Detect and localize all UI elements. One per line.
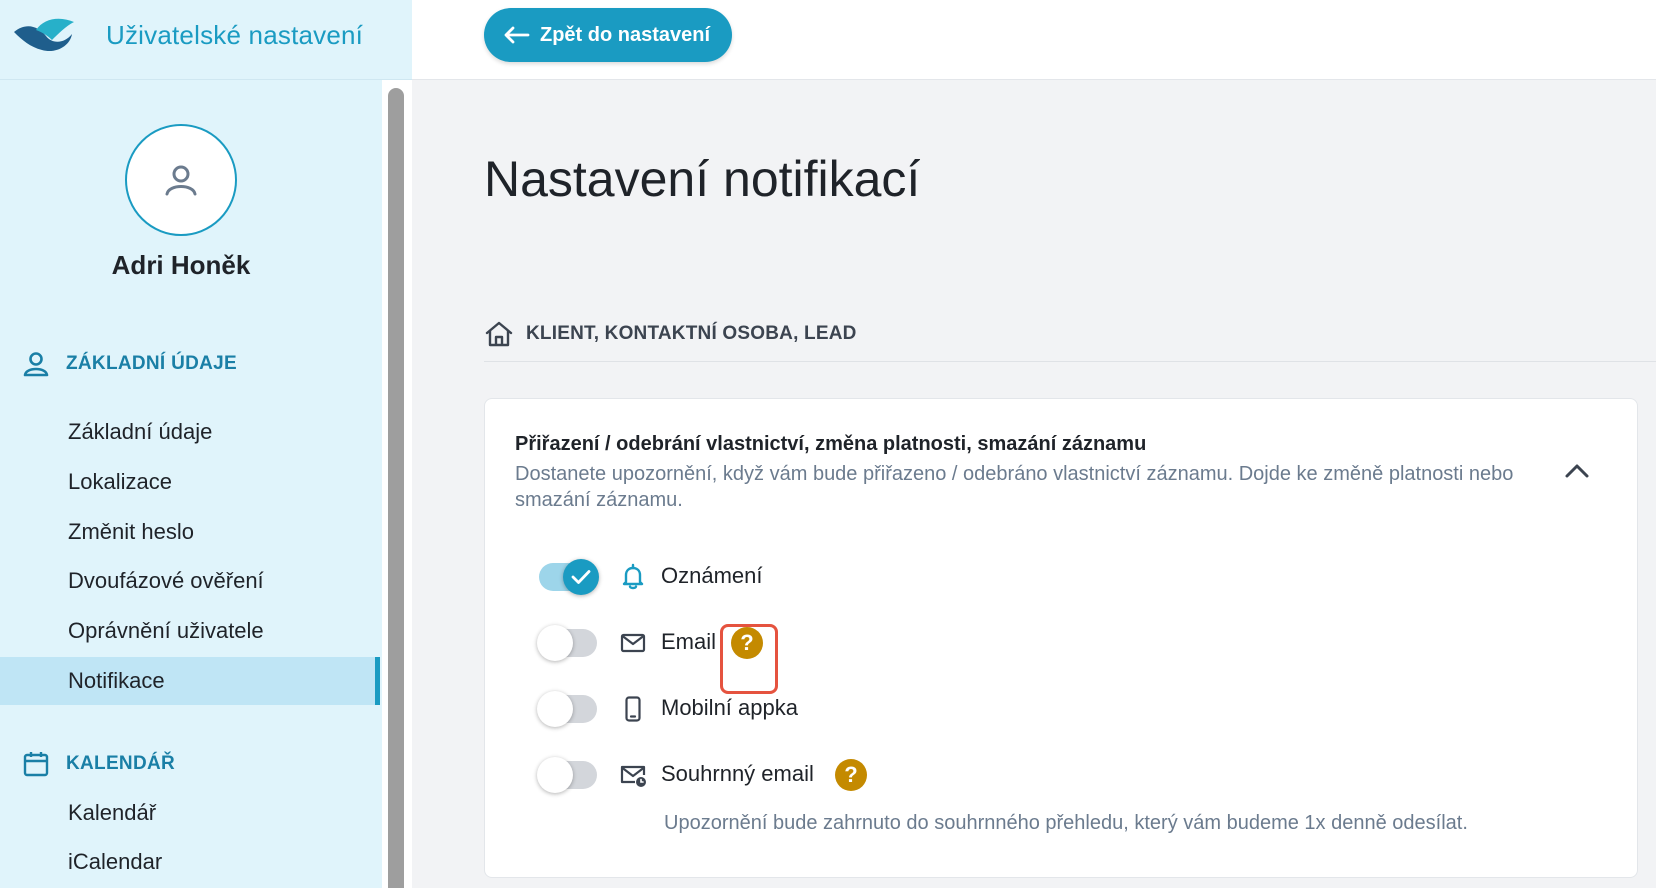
section-title: ZÁKLADNÍ ÚDAJE: [66, 353, 237, 374]
sidebar-item-permissions[interactable]: Oprávnění uživatele: [0, 607, 380, 655]
toggle-knob: [563, 559, 599, 595]
topbar: Zpět do nastavení: [412, 0, 1656, 80]
category-title: KLIENT, KONTAKTNÍ OSOBA, LEAD: [526, 323, 857, 344]
digest-email-help-icon[interactable]: ?: [835, 759, 867, 791]
app-title: Uživatelské nastavení: [106, 20, 364, 50]
sidebar-item-notifications[interactable]: Notifikace: [0, 657, 380, 705]
home-icon: [485, 321, 513, 347]
sidebar-item-localization[interactable]: Lokalizace: [0, 458, 380, 506]
card-description: Dostanete upozornění, když vám bude přiř…: [515, 463, 1514, 511]
check-icon: [571, 570, 591, 584]
sidebar: Uživatelské nastavení Adri Honěk ZÁKLADN…: [0, 0, 412, 888]
sidebar-item-two-factor[interactable]: Dvoufázové ověření: [0, 557, 380, 605]
page-title: Nastavení notifikací: [484, 151, 921, 207]
category-header: KLIENT, KONTAKTNÍ OSOBA, LEAD: [484, 320, 857, 348]
sidebar-item-basic-info[interactable]: Základní údaje: [0, 408, 380, 456]
phone-icon: [625, 696, 641, 722]
avatar[interactable]: [125, 124, 237, 236]
sidebar-item-change-password[interactable]: Změnit heslo: [0, 508, 380, 556]
user-icon: [165, 165, 197, 196]
notification-toggle[interactable]: [539, 559, 599, 595]
option-row-digest-email: Souhrnný email ?: [537, 751, 867, 799]
arrow-left-icon: [504, 26, 530, 44]
calendar-icon: [23, 752, 49, 777]
option-row-email: Email ?: [537, 619, 763, 667]
card-title: Přiřazení / odebrání vlastnictví, změna …: [515, 433, 1147, 455]
sidebar-scrollbar[interactable]: [388, 88, 404, 888]
back-button-label: Zpět do nastavení: [540, 23, 711, 46]
section-basic-info: ZÁKLADNÍ ÚDAJE: [22, 350, 237, 378]
section-title: KALENDÁŘ: [66, 753, 176, 774]
bell-icon: [622, 563, 644, 590]
user-name: Adri Honěk: [111, 250, 251, 280]
option-label: Mobilní appka: [661, 695, 798, 720]
category-divider: [484, 361, 1656, 362]
digest-email-note: Upozornění bude zahrnuto do souhrnného p…: [664, 812, 1468, 834]
toggle-knob: [537, 691, 573, 727]
toggle-knob: [537, 625, 573, 661]
help-highlight-box: [720, 624, 778, 694]
section-calendar: KALENDÁŘ: [22, 750, 175, 778]
chevron-up-icon[interactable]: [1563, 461, 1591, 481]
option-label: Email: [661, 629, 717, 654]
option-row-notification: Oznámení: [539, 553, 763, 601]
back-to-settings-button[interactable]: Zpět do nastavení: [484, 8, 733, 62]
app-logo-icon[interactable]: [12, 14, 76, 54]
envelope-icon: [620, 633, 646, 653]
person-icon: [23, 352, 49, 377]
option-label: Oznámení: [661, 563, 763, 588]
mobile-app-toggle[interactable]: [537, 691, 597, 727]
sidebar-header: Uživatelské nastavení: [0, 0, 412, 80]
option-row-mobile-app: Mobilní appka: [537, 685, 798, 733]
envelope-clock-icon: [620, 765, 646, 787]
sidebar-item-calendar[interactable]: Kalendář: [0, 789, 380, 837]
toggle-knob: [537, 757, 573, 793]
option-label: Souhrnný email: [661, 761, 814, 786]
digest-email-toggle[interactable]: [537, 757, 597, 793]
email-toggle[interactable]: [537, 625, 597, 661]
notification-card: Přiřazení / odebrání vlastnictví, změna …: [484, 398, 1638, 878]
sidebar-item-icalendar[interactable]: iCalendar: [0, 838, 380, 886]
